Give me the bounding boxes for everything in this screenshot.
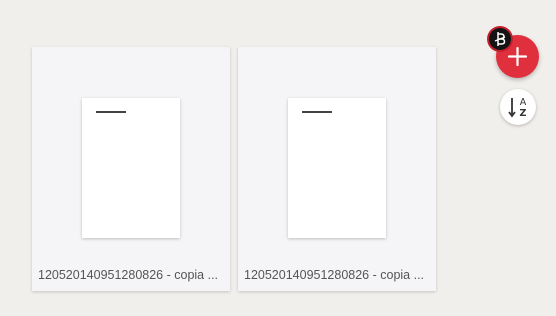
document-thumbnail	[288, 98, 386, 238]
document-name: 120520140951280826 - copia ...	[38, 268, 219, 282]
document-card[interactable]: 120520140951280826 - copia ...	[32, 47, 230, 291]
document-name: 120520140951280826 - copia ...	[244, 268, 425, 282]
crypto-coin-icon	[494, 32, 506, 46]
sort-letter-z: Z	[520, 108, 527, 119]
sort-button[interactable]: A Z	[500, 89, 536, 125]
plus-icon	[507, 46, 528, 67]
thumbnail-text-line	[302, 111, 332, 113]
document-thumbnail	[82, 98, 180, 238]
sort-letter-a: A	[520, 97, 527, 108]
thumbnail-text-line	[96, 111, 126, 113]
extension-badge[interactable]	[489, 28, 511, 50]
sort-alphabetical-icon: A Z	[508, 97, 527, 119]
document-card[interactable]: 120520140951280826 - copia ...	[238, 47, 436, 291]
